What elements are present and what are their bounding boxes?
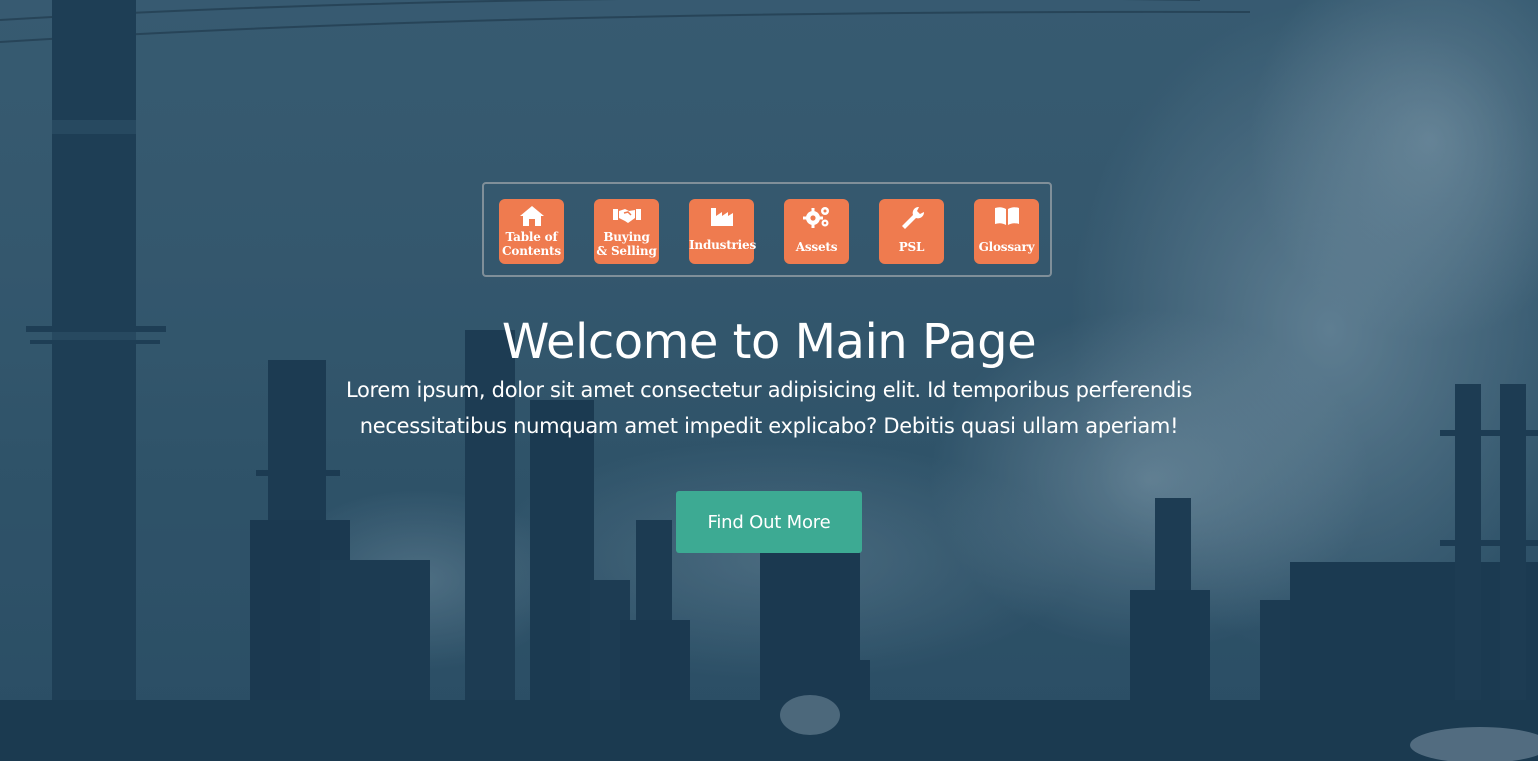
nav-tile-assets[interactable]: Assets <box>784 199 849 264</box>
book-icon <box>974 205 1039 227</box>
nav-tile-label: PSL <box>898 240 925 254</box>
nav-tile-label: Industries <box>689 238 757 252</box>
page-subtitle: Lorem ipsum, dolor sit amet consectetur … <box>320 372 1218 444</box>
find-out-more-button[interactable]: Find Out More <box>676 491 862 553</box>
subtitle-line-2: necessitatibus numquam amet impedit expl… <box>359 414 1179 438</box>
page-title: Welcome to Main Page <box>501 314 1037 370</box>
handshake-icon <box>594 205 659 227</box>
nav-tile-industries[interactable]: Industries <box>689 199 757 264</box>
subtitle-line-1: Lorem ipsum, dolor sit amet consectetur … <box>345 378 1193 402</box>
nav-tile-table-of-contents[interactable]: Table of Contents <box>499 199 564 264</box>
nav-tile-label: Glossary <box>978 240 1035 254</box>
wrench-icon <box>879 205 944 229</box>
icon-nav-bar: Table of Contents Buying & Selling Indus… <box>482 182 1052 277</box>
home-icon <box>499 205 564 227</box>
nav-tile-buying-selling[interactable]: Buying & Selling <box>594 199 659 264</box>
nav-tile-label: Table of Contents <box>502 230 561 258</box>
factory-icon <box>689 205 754 227</box>
nav-tile-psl[interactable]: PSL <box>879 199 944 264</box>
nav-tile-label: Assets <box>795 240 838 254</box>
hero-section: Table of Contents Buying & Selling Indus… <box>0 0 1538 761</box>
nav-tile-label: Buying & Selling <box>596 230 657 258</box>
gears-icon <box>784 205 849 228</box>
nav-tile-glossary[interactable]: Glossary <box>974 199 1039 264</box>
